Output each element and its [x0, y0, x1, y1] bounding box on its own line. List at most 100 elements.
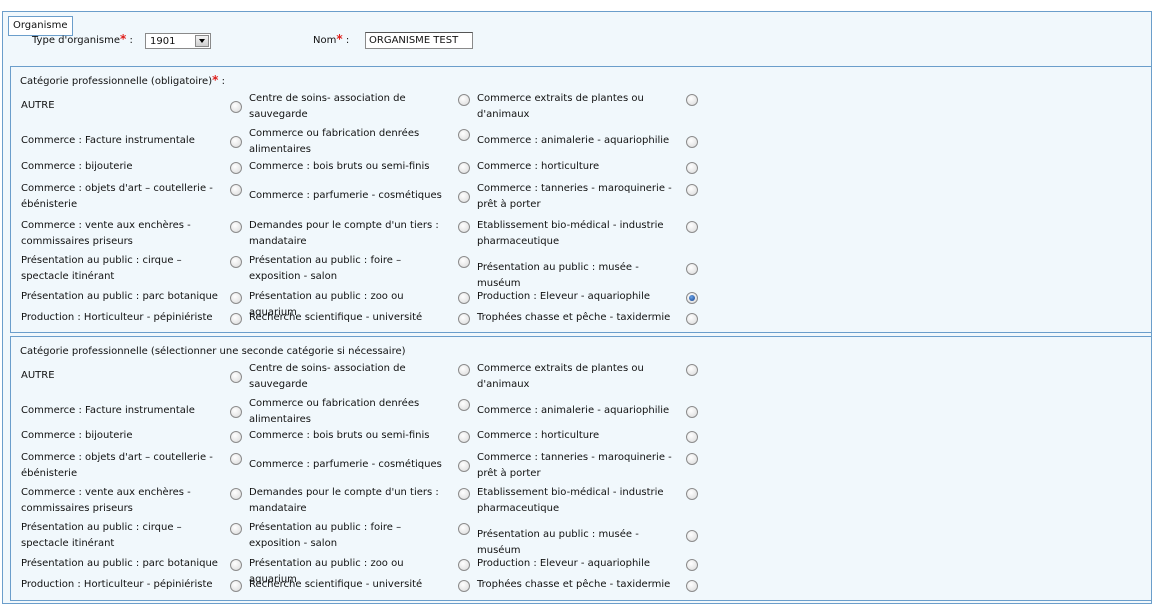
dropdown-button[interactable]: [195, 35, 209, 47]
option-label-presentation-au-public-foire-exposition-salon[interactable]: Présentation au public : foire – exposit…: [249, 520, 449, 551]
option-label-demandes-pour-le-compte-d-un-tiers-mandataire[interactable]: Demandes pour le compte d'un tiers : man…: [249, 218, 449, 249]
option-label-presentation-au-public-parc-botanique[interactable]: Présentation au public : parc botanique: [21, 289, 221, 305]
option-label-centre-de-soins-association-de-sauvegarde[interactable]: Centre de soins- association de sauvegar…: [249, 91, 449, 122]
radio-commerce-objets-d-art-coutellerie-ebenisterie[interactable]: [230, 184, 242, 196]
radio-presentation-au-public-parc-botanique[interactable]: [230, 292, 242, 304]
option-label-demandes-pour-le-compte-d-un-tiers-mandataire[interactable]: Demandes pour le compte d'un tiers : man…: [249, 485, 449, 516]
option-label-production-eleveur-aquariophile[interactable]: Production : Eleveur - aquariophile: [477, 289, 677, 305]
option-label-presentation-au-public-cirque-spectacle-itinerant[interactable]: Présentation au public : cirque – specta…: [21, 253, 221, 284]
option-label-recherche-scientifique-universite[interactable]: Recherche scientifique - université: [249, 310, 449, 326]
option-label-recherche-scientifique-universite[interactable]: Recherche scientifique - université: [249, 577, 449, 593]
radio-demandes-pour-le-compte-d-un-tiers-mandataire[interactable]: [458, 221, 470, 233]
radio-commerce-objets-d-art-coutellerie-ebenisterie[interactable]: [230, 453, 242, 465]
option-label-production-horticulteur-pepinieriste[interactable]: Production : Horticulteur - pépiniériste: [21, 310, 221, 326]
option-label-commerce-vente-aux-encheres-commissaires-priseurs[interactable]: Commerce : vente aux enchères - commissa…: [21, 218, 221, 249]
radio-commerce-parfumerie-cosmetiques[interactable]: [458, 460, 470, 472]
type-organisme-select[interactable]: 1901: [145, 33, 211, 49]
radio-presentation-au-public-zoo-ou-aquarium[interactable]: [458, 559, 470, 571]
option-label-commerce-animalerie-aquariophilie[interactable]: Commerce : animalerie - aquariophilie: [477, 403, 677, 419]
radio-commerce-tanneries-maroquinerie-pret-a-porter[interactable]: [686, 184, 698, 196]
option-label-commerce-parfumerie-cosmetiques[interactable]: Commerce : parfumerie - cosmétiques: [249, 457, 449, 473]
option-label-commerce-objets-d-art-coutellerie-ebenisterie[interactable]: Commerce : objets d'art – coutellerie - …: [21, 450, 221, 481]
radio-commerce-bijouterie[interactable]: [230, 162, 242, 174]
option-label-commerce-bijouterie[interactable]: Commerce : bijouterie: [21, 159, 221, 175]
radio-commerce-horticulture[interactable]: [686, 162, 698, 174]
radio-commerce-facture-instrumentale[interactable]: [230, 136, 242, 148]
radio-commerce-extraits-de-plantes-ou-d-animaux[interactable]: [686, 94, 698, 106]
option-label-presentation-au-public-foire-exposition-salon[interactable]: Présentation au public : foire – exposit…: [249, 253, 449, 284]
radio-commerce-tanneries-maroquinerie-pret-a-porter[interactable]: [686, 453, 698, 465]
radio-commerce-bijouterie[interactable]: [230, 431, 242, 443]
radio-presentation-au-public-cirque-spectacle-itinerant[interactable]: [230, 523, 242, 535]
radio-centre-de-soins-association-de-sauvegarde[interactable]: [458, 364, 470, 376]
radio-production-horticulteur-pepinieriste[interactable]: [230, 580, 242, 592]
option-label-etablissement-bio-medical-industrie-pharmaceutique[interactable]: Etablissement bio-médical - industrie ph…: [477, 485, 677, 516]
radio-etablissement-bio-medical-industrie-pharmaceutique[interactable]: [686, 488, 698, 500]
option-label-etablissement-bio-medical-industrie-pharmaceutique[interactable]: Etablissement bio-médical - industrie ph…: [477, 218, 677, 249]
nom-input[interactable]: [365, 32, 473, 49]
radio-presentation-au-public-foire-exposition-salon[interactable]: [458, 523, 470, 535]
option-label-centre-de-soins-association-de-sauvegarde[interactable]: Centre de soins- association de sauvegar…: [249, 361, 449, 392]
option-label-presentation-au-public-parc-botanique[interactable]: Présentation au public : parc botanique: [21, 556, 221, 572]
option-label-commerce-horticulture[interactable]: Commerce : horticulture: [477, 428, 677, 444]
radio-commerce-animalerie-aquariophilie[interactable]: [686, 406, 698, 418]
radio-commerce-ou-fabrication-denrees-alimentaires[interactable]: [458, 129, 470, 141]
radio-commerce-bois-bruts-ou-semi-finis[interactable]: [458, 431, 470, 443]
radio-presentation-au-public-parc-botanique[interactable]: [230, 559, 242, 571]
radio-presentation-au-public-musee-museum[interactable]: [686, 263, 698, 275]
option-label-commerce-facture-instrumentale[interactable]: Commerce : Facture instrumentale: [21, 133, 221, 149]
radio-production-horticulteur-pepinieriste[interactable]: [230, 313, 242, 325]
option-label-commerce-bois-bruts-ou-semi-finis[interactable]: Commerce : bois bruts ou semi-finis: [249, 428, 449, 444]
radio-recherche-scientifique-universite[interactable]: [458, 580, 470, 592]
radio-presentation-au-public-zoo-ou-aquarium[interactable]: [458, 292, 470, 304]
option-label-commerce-bois-bruts-ou-semi-finis[interactable]: Commerce : bois bruts ou semi-finis: [249, 159, 449, 175]
option-label-presentation-au-public-musee-museum[interactable]: Présentation au public : musée - muséum: [477, 527, 677, 558]
radio-commerce-parfumerie-cosmetiques[interactable]: [458, 191, 470, 203]
radio-commerce-facture-instrumentale[interactable]: [230, 406, 242, 418]
option-label-commerce-tanneries-maroquinerie-pret-a-porter[interactable]: Commerce : tanneries - maroquinerie - pr…: [477, 450, 677, 481]
option-label-commerce-extraits-de-plantes-ou-d-animaux[interactable]: Commerce extraits de plantes ou d'animau…: [477, 91, 677, 122]
radio-etablissement-bio-medical-industrie-pharmaceutique[interactable]: [686, 221, 698, 233]
radio-trophees-chasse-et-peche-taxidermie[interactable]: [686, 313, 698, 325]
option-label-commerce-bijouterie[interactable]: Commerce : bijouterie: [21, 428, 221, 444]
option-label-commerce-tanneries-maroquinerie-pret-a-porter[interactable]: Commerce : tanneries - maroquinerie - pr…: [477, 181, 677, 212]
radio-autre[interactable]: [230, 101, 242, 113]
option-label-commerce-ou-fabrication-denrees-alimentaires[interactable]: Commerce ou fabrication denrées alimenta…: [249, 126, 449, 157]
radio-presentation-au-public-musee-museum[interactable]: [686, 530, 698, 542]
type-organisme-label-text: Type d'organisme: [32, 35, 120, 46]
category-title-suffix: :: [218, 76, 225, 87]
option-label-production-eleveur-aquariophile[interactable]: Production : Eleveur - aquariophile: [477, 556, 677, 572]
radio-commerce-extraits-de-plantes-ou-d-animaux[interactable]: [686, 364, 698, 376]
radio-presentation-au-public-foire-exposition-salon[interactable]: [458, 256, 470, 268]
radio-production-eleveur-aquariophile[interactable]: [686, 292, 698, 304]
option-label-commerce-facture-instrumentale[interactable]: Commerce : Facture instrumentale: [21, 403, 221, 419]
option-label-commerce-animalerie-aquariophilie[interactable]: Commerce : animalerie - aquariophilie: [477, 133, 677, 149]
radio-autre[interactable]: [230, 371, 242, 383]
category-title-text: Catégorie professionnelle (sélectionner …: [20, 346, 406, 357]
radio-commerce-horticulture[interactable]: [686, 431, 698, 443]
option-label-commerce-horticulture[interactable]: Commerce : horticulture: [477, 159, 677, 175]
option-label-presentation-au-public-cirque-spectacle-itinerant[interactable]: Présentation au public : cirque – specta…: [21, 520, 221, 551]
option-label-trophees-chasse-et-peche-taxidermie[interactable]: Trophées chasse et pêche - taxidermie: [477, 577, 677, 593]
option-label-commerce-extraits-de-plantes-ou-d-animaux[interactable]: Commerce extraits de plantes ou d'animau…: [477, 361, 677, 392]
option-label-presentation-au-public-musee-museum[interactable]: Présentation au public : musée - muséum: [477, 260, 677, 291]
option-label-commerce-ou-fabrication-denrees-alimentaires[interactable]: Commerce ou fabrication denrées alimenta…: [249, 396, 449, 427]
radio-centre-de-soins-association-de-sauvegarde[interactable]: [458, 94, 470, 106]
radio-commerce-ou-fabrication-denrees-alimentaires[interactable]: [458, 399, 470, 411]
radio-trophees-chasse-et-peche-taxidermie[interactable]: [686, 580, 698, 592]
option-label-autre[interactable]: AUTRE: [21, 368, 221, 384]
option-label-production-horticulteur-pepinieriste[interactable]: Production : Horticulteur - pépiniériste: [21, 577, 221, 593]
radio-commerce-vente-aux-encheres-commissaires-priseurs[interactable]: [230, 221, 242, 233]
radio-commerce-vente-aux-encheres-commissaires-priseurs[interactable]: [230, 488, 242, 500]
option-label-trophees-chasse-et-peche-taxidermie[interactable]: Trophées chasse et pêche - taxidermie: [477, 310, 677, 326]
radio-presentation-au-public-cirque-spectacle-itinerant[interactable]: [230, 256, 242, 268]
radio-production-eleveur-aquariophile[interactable]: [686, 559, 698, 571]
radio-commerce-animalerie-aquariophilie[interactable]: [686, 136, 698, 148]
option-label-commerce-objets-d-art-coutellerie-ebenisterie[interactable]: Commerce : objets d'art – coutellerie - …: [21, 181, 221, 212]
radio-demandes-pour-le-compte-d-un-tiers-mandataire[interactable]: [458, 488, 470, 500]
radio-recherche-scientifique-universite[interactable]: [458, 313, 470, 325]
radio-commerce-bois-bruts-ou-semi-finis[interactable]: [458, 162, 470, 174]
option-label-autre[interactable]: AUTRE: [21, 98, 221, 114]
option-label-commerce-parfumerie-cosmetiques[interactable]: Commerce : parfumerie - cosmétiques: [249, 188, 449, 204]
option-label-commerce-vente-aux-encheres-commissaires-priseurs[interactable]: Commerce : vente aux enchères - commissa…: [21, 485, 221, 516]
